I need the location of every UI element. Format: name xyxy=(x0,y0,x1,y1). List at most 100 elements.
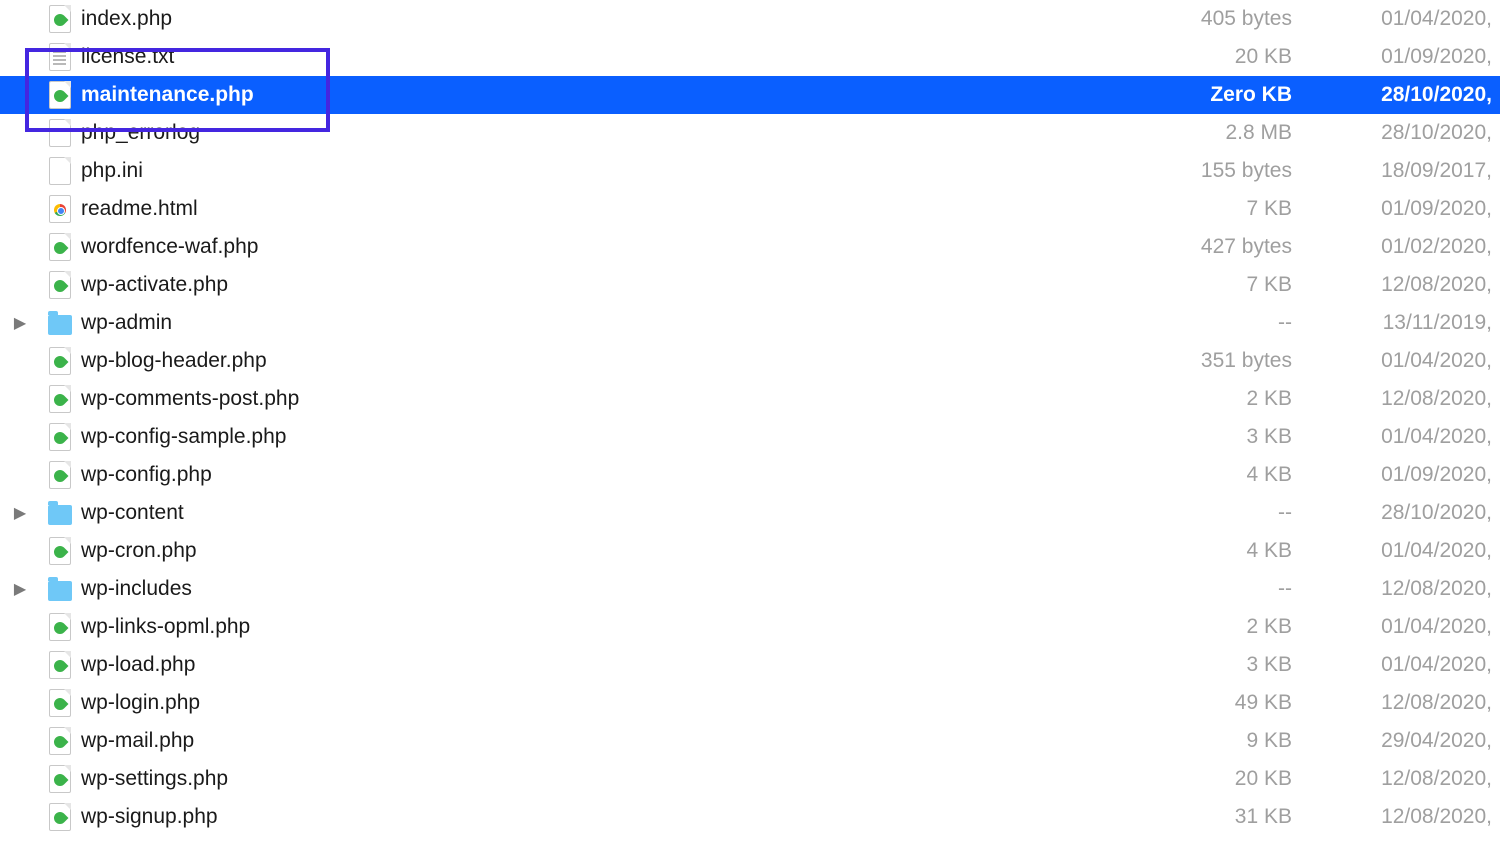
file-date: 12/08/2020, xyxy=(1292,273,1492,297)
html-file-icon xyxy=(49,195,71,223)
file-icon-slot xyxy=(45,233,75,261)
text-file-icon xyxy=(49,43,71,71)
file-row[interactable]: wp-login.php49 KB12/08/2020, xyxy=(0,684,1500,722)
file-icon-slot xyxy=(45,461,75,489)
file-name[interactable]: wp-admin xyxy=(75,311,1122,335)
file-icon-slot xyxy=(45,578,75,601)
file-size: 4 KB xyxy=(1122,539,1292,563)
file-size: 7 KB xyxy=(1122,197,1292,221)
file-icon-slot xyxy=(45,651,75,679)
file-date: 28/10/2020, xyxy=(1292,501,1492,525)
file-icon-slot xyxy=(45,119,75,147)
file-name[interactable]: wp-links-opml.php xyxy=(75,615,1122,639)
file-name[interactable]: wp-includes xyxy=(75,577,1122,601)
php-file-icon xyxy=(49,81,71,109)
file-name[interactable]: wp-config-sample.php xyxy=(75,425,1122,449)
php-file-icon xyxy=(49,385,71,413)
file-row[interactable]: license.txt20 KB01/09/2020, xyxy=(0,38,1500,76)
file-icon-slot xyxy=(45,157,75,185)
file-icon-slot xyxy=(45,347,75,375)
file-size: 427 bytes xyxy=(1122,235,1292,259)
file-icon-slot xyxy=(45,765,75,793)
file-icon-slot xyxy=(45,312,75,335)
file-row[interactable]: ▶wp-includes--12/08/2020, xyxy=(0,570,1500,608)
file-name[interactable]: index.php xyxy=(75,7,1122,31)
php-file-icon xyxy=(49,347,71,375)
file-name[interactable]: php_errorlog xyxy=(75,121,1122,145)
file-name[interactable]: wp-comments-post.php xyxy=(75,387,1122,411)
php-file-icon xyxy=(49,689,71,717)
file-list[interactable]: index.php405 bytes01/04/2020,license.txt… xyxy=(0,0,1500,836)
file-icon-slot xyxy=(45,727,75,755)
php-file-icon xyxy=(49,727,71,755)
file-row[interactable]: wp-signup.php31 KB12/08/2020, xyxy=(0,798,1500,836)
file-row[interactable]: ▶wp-admin--13/11/2019, xyxy=(0,304,1500,342)
file-date: 01/04/2020, xyxy=(1292,539,1492,563)
file-icon-slot xyxy=(45,271,75,299)
file-icon-slot xyxy=(45,502,75,525)
file-size: -- xyxy=(1122,501,1292,525)
disclosure-triangle-icon[interactable]: ▶ xyxy=(12,313,28,333)
file-row[interactable]: php.ini155 bytes18/09/2017, xyxy=(0,152,1500,190)
file-row[interactable]: index.php405 bytes01/04/2020, xyxy=(0,0,1500,38)
file-row[interactable]: wordfence-waf.php427 bytes01/02/2020, xyxy=(0,228,1500,266)
file-name[interactable]: php.ini xyxy=(75,159,1122,183)
file-name[interactable]: wp-activate.php xyxy=(75,273,1122,297)
file-size: 155 bytes xyxy=(1122,159,1292,183)
file-size: 20 KB xyxy=(1122,45,1292,69)
file-row[interactable]: wp-comments-post.php2 KB12/08/2020, xyxy=(0,380,1500,418)
file-date: 12/08/2020, xyxy=(1292,387,1492,411)
file-date: 01/04/2020, xyxy=(1292,7,1492,31)
file-size: 31 KB xyxy=(1122,805,1292,829)
file-row[interactable]: readme.html7 KB01/09/2020, xyxy=(0,190,1500,228)
file-date: 01/04/2020, xyxy=(1292,425,1492,449)
file-row[interactable]: wp-cron.php4 KB01/04/2020, xyxy=(0,532,1500,570)
disclosure-triangle-icon[interactable]: ▶ xyxy=(12,503,28,523)
file-row[interactable]: wp-blog-header.php351 bytes01/04/2020, xyxy=(0,342,1500,380)
file-row[interactable]: wp-load.php3 KB01/04/2020, xyxy=(0,646,1500,684)
file-row[interactable]: wp-activate.php7 KB12/08/2020, xyxy=(0,266,1500,304)
file-icon-slot xyxy=(45,423,75,451)
file-date: 29/04/2020, xyxy=(1292,729,1492,753)
disclosure-triangle-icon[interactable]: ▶ xyxy=(12,579,28,599)
file-row[interactable]: wp-settings.php20 KB12/08/2020, xyxy=(0,760,1500,798)
file-name[interactable]: wp-mail.php xyxy=(75,729,1122,753)
file-name[interactable]: wp-settings.php xyxy=(75,767,1122,791)
file-icon-slot xyxy=(45,803,75,831)
file-row[interactable]: php_errorlog2.8 MB28/10/2020, xyxy=(0,114,1500,152)
php-file-icon xyxy=(49,5,71,33)
file-name[interactable]: maintenance.php xyxy=(75,83,1122,107)
folder-icon xyxy=(48,315,72,335)
file-row[interactable]: maintenance.phpZero KB28/10/2020, xyxy=(0,76,1500,114)
file-size: 2 KB xyxy=(1122,615,1292,639)
file-date: 01/02/2020, xyxy=(1292,235,1492,259)
file-row[interactable]: wp-links-opml.php2 KB01/04/2020, xyxy=(0,608,1500,646)
file-row[interactable]: wp-mail.php9 KB29/04/2020, xyxy=(0,722,1500,760)
php-file-icon xyxy=(49,765,71,793)
file-size: 49 KB xyxy=(1122,691,1292,715)
file-row[interactable]: wp-config.php4 KB01/09/2020, xyxy=(0,456,1500,494)
file-size: 3 KB xyxy=(1122,653,1292,677)
file-name[interactable]: wp-config.php xyxy=(75,463,1122,487)
file-name[interactable]: wp-signup.php xyxy=(75,805,1122,829)
file-size: -- xyxy=(1122,577,1292,601)
file-icon-slot xyxy=(45,385,75,413)
file-date: 12/08/2020, xyxy=(1292,691,1492,715)
file-name[interactable]: wp-login.php xyxy=(75,691,1122,715)
file-name[interactable]: wp-cron.php xyxy=(75,539,1122,563)
file-name[interactable]: wp-blog-header.php xyxy=(75,349,1122,373)
file-name[interactable]: readme.html xyxy=(75,197,1122,221)
file-size: -- xyxy=(1122,311,1292,335)
file-date: 28/10/2020, xyxy=(1292,83,1492,107)
file-size: 20 KB xyxy=(1122,767,1292,791)
file-name[interactable]: wp-content xyxy=(75,501,1122,525)
file-icon-slot xyxy=(45,5,75,33)
file-row[interactable]: wp-config-sample.php3 KB01/04/2020, xyxy=(0,418,1500,456)
file-name[interactable]: wordfence-waf.php xyxy=(75,235,1122,259)
file-name[interactable]: wp-load.php xyxy=(75,653,1122,677)
file-date: 01/09/2020, xyxy=(1292,45,1492,69)
file-name[interactable]: license.txt xyxy=(75,45,1122,69)
file-row[interactable]: ▶ wp-content--28/10/2020, xyxy=(0,494,1500,532)
file-icon-slot xyxy=(45,195,75,223)
generic-file-icon xyxy=(49,157,71,185)
